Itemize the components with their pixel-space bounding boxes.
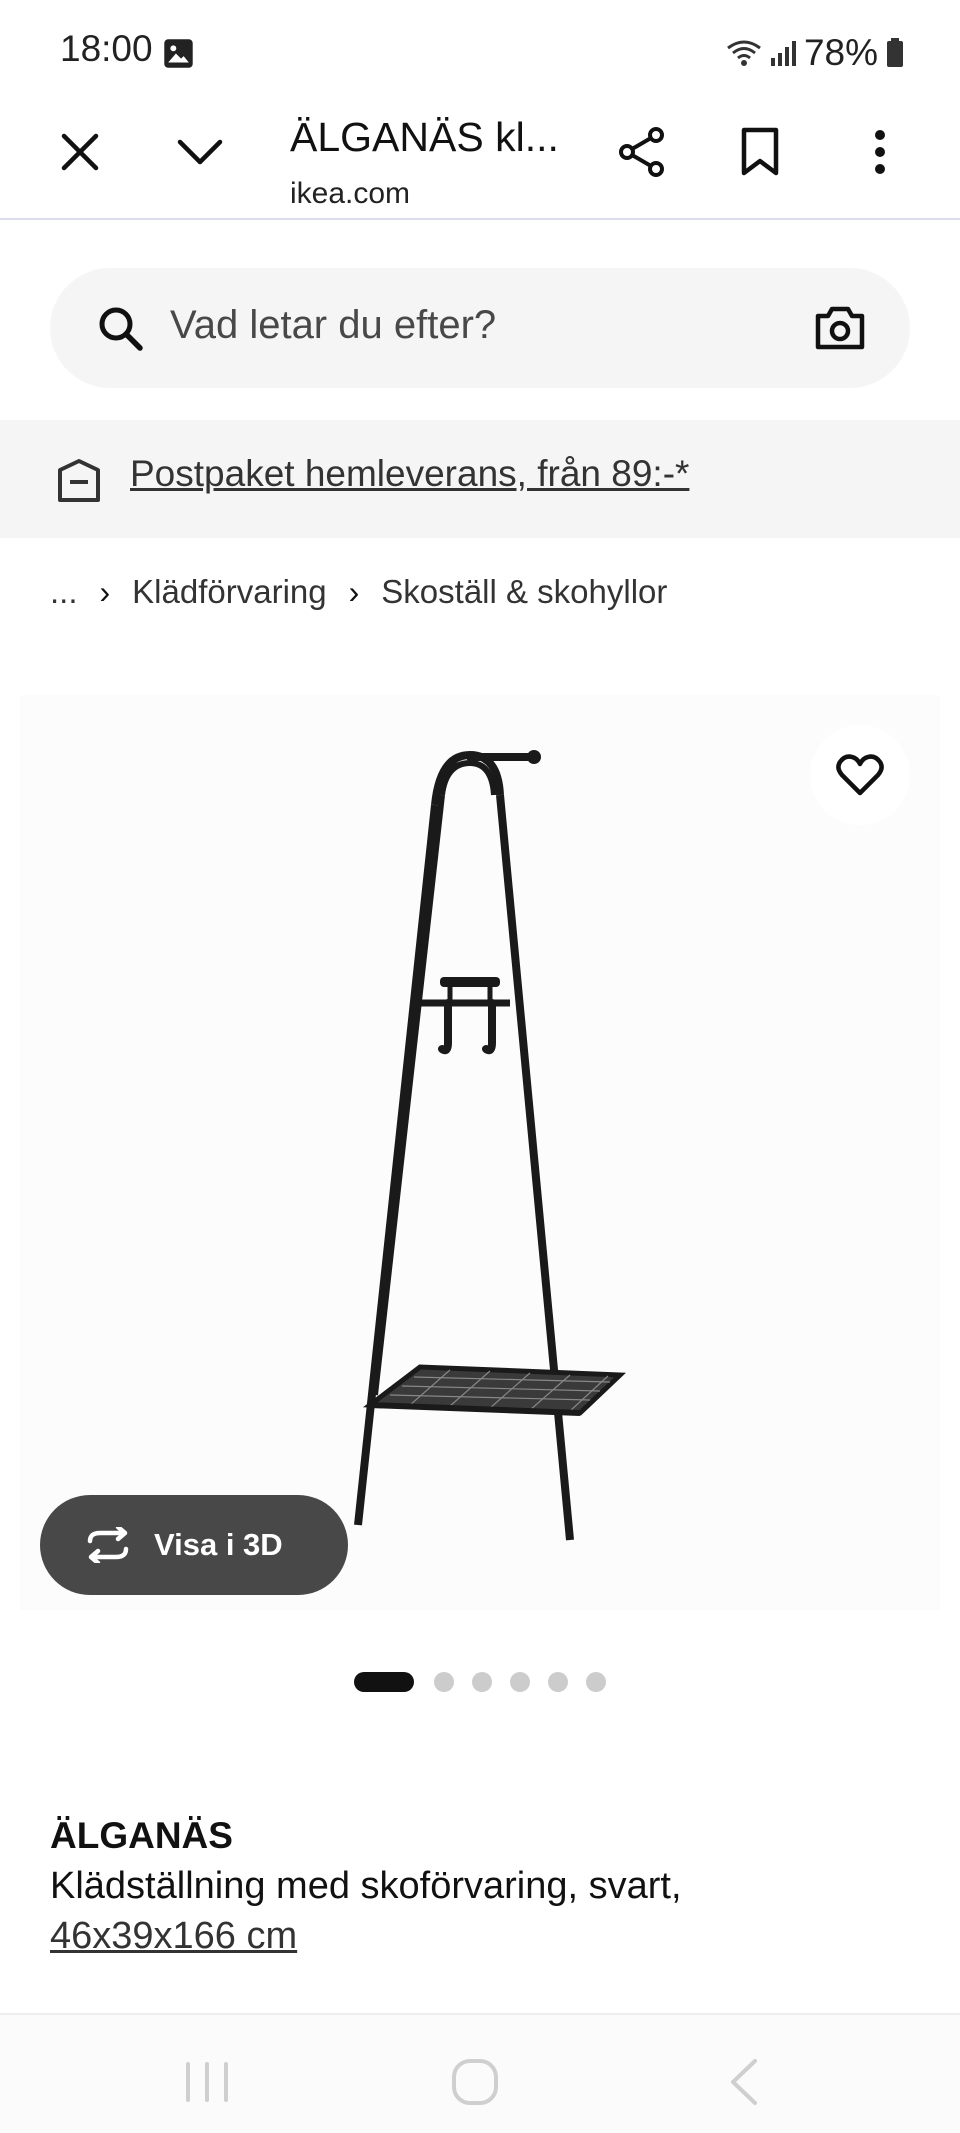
breadcrumb-item-kladforvaring[interactable]: Klädförvaring bbox=[132, 573, 326, 611]
status-indicators: 78% bbox=[726, 28, 904, 78]
signal-icon bbox=[770, 41, 796, 66]
carousel-dot-2[interactable] bbox=[434, 1672, 454, 1692]
breadcrumb: ... › Klädförvaring › Skoställ & skohyll… bbox=[50, 572, 667, 612]
battery-level: 78% bbox=[803, 32, 878, 73]
heart-icon bbox=[836, 754, 884, 796]
product-image bbox=[354, 750, 627, 1541]
browser-toolbar: ÄLGANÄS kl... ikea.com bbox=[0, 100, 960, 220]
close-tab-button[interactable] bbox=[50, 122, 110, 182]
breadcrumb-item-skostall[interactable]: Skoställ & skohyllor bbox=[381, 573, 667, 611]
carousel-dot-6[interactable] bbox=[586, 1672, 606, 1692]
carousel-dot-4[interactable] bbox=[510, 1672, 530, 1692]
close-icon bbox=[61, 133, 99, 171]
share-icon bbox=[619, 127, 664, 177]
breadcrumb-ellipsis[interactable]: ... bbox=[50, 573, 78, 611]
product-name: ÄLGANÄS bbox=[50, 1815, 233, 1856]
recents-icon[interactable] bbox=[182, 2060, 232, 2104]
wifi-icon bbox=[727, 40, 761, 66]
page-title: ÄLGANÄS kl... bbox=[290, 114, 559, 160]
view-3d-button[interactable]: Visa i 3D bbox=[40, 1495, 348, 1595]
chevron-down-icon bbox=[177, 139, 223, 165]
status-time: 18:00 bbox=[60, 28, 153, 69]
home-icon[interactable] bbox=[450, 2057, 500, 2107]
back-icon[interactable] bbox=[725, 2057, 765, 2107]
battery-icon bbox=[887, 38, 903, 67]
page-domain: ikea.com bbox=[290, 177, 411, 210]
search-bar[interactable]: Vad letar du efter? bbox=[50, 268, 910, 388]
chevron-right-icon: › bbox=[99, 573, 111, 610]
camera-icon[interactable] bbox=[814, 304, 866, 352]
favorite-button[interactable] bbox=[810, 725, 910, 825]
more-vertical-icon bbox=[875, 130, 885, 174]
search-input[interactable]: Vad letar du efter? bbox=[170, 303, 496, 348]
delivery-banner: Postpaket hemleverans, från 89:-* bbox=[0, 420, 960, 538]
chevron-right-icon: › bbox=[348, 573, 360, 610]
rotate-3d-icon bbox=[87, 1527, 129, 1563]
product-size-link[interactable]: 46x39x166 cm bbox=[50, 1915, 297, 1958]
more-options-button[interactable] bbox=[850, 122, 910, 182]
gallery-notification-icon bbox=[164, 39, 193, 68]
product-image-carousel[interactable]: Visa i 3D bbox=[20, 695, 940, 1610]
search-icon bbox=[99, 307, 143, 351]
delivery-link[interactable]: Postpaket hemleverans, från 89:-* bbox=[130, 453, 689, 495]
view-3d-label: Visa i 3D bbox=[154, 1527, 283, 1562]
product-description: Klädställning med skoförvaring, svart, bbox=[50, 1865, 682, 1907]
page-title-area[interactable]: ÄLGANÄS kl... ikea.com bbox=[290, 100, 570, 211]
bookmark-icon bbox=[741, 127, 779, 176]
carousel-indicator bbox=[0, 1670, 960, 1694]
share-button[interactable] bbox=[612, 122, 672, 182]
carousel-dot-5[interactable] bbox=[548, 1672, 568, 1692]
system-navigation-bar bbox=[0, 2013, 960, 2133]
carousel-dot-1[interactable] bbox=[354, 1672, 414, 1692]
bookmark-button[interactable] bbox=[730, 122, 790, 182]
carousel-dot-3[interactable] bbox=[472, 1672, 492, 1692]
delivery-box-icon bbox=[58, 459, 100, 502]
status-bar: 18:00 78% bbox=[0, 0, 960, 100]
minimize-button[interactable] bbox=[170, 122, 230, 182]
